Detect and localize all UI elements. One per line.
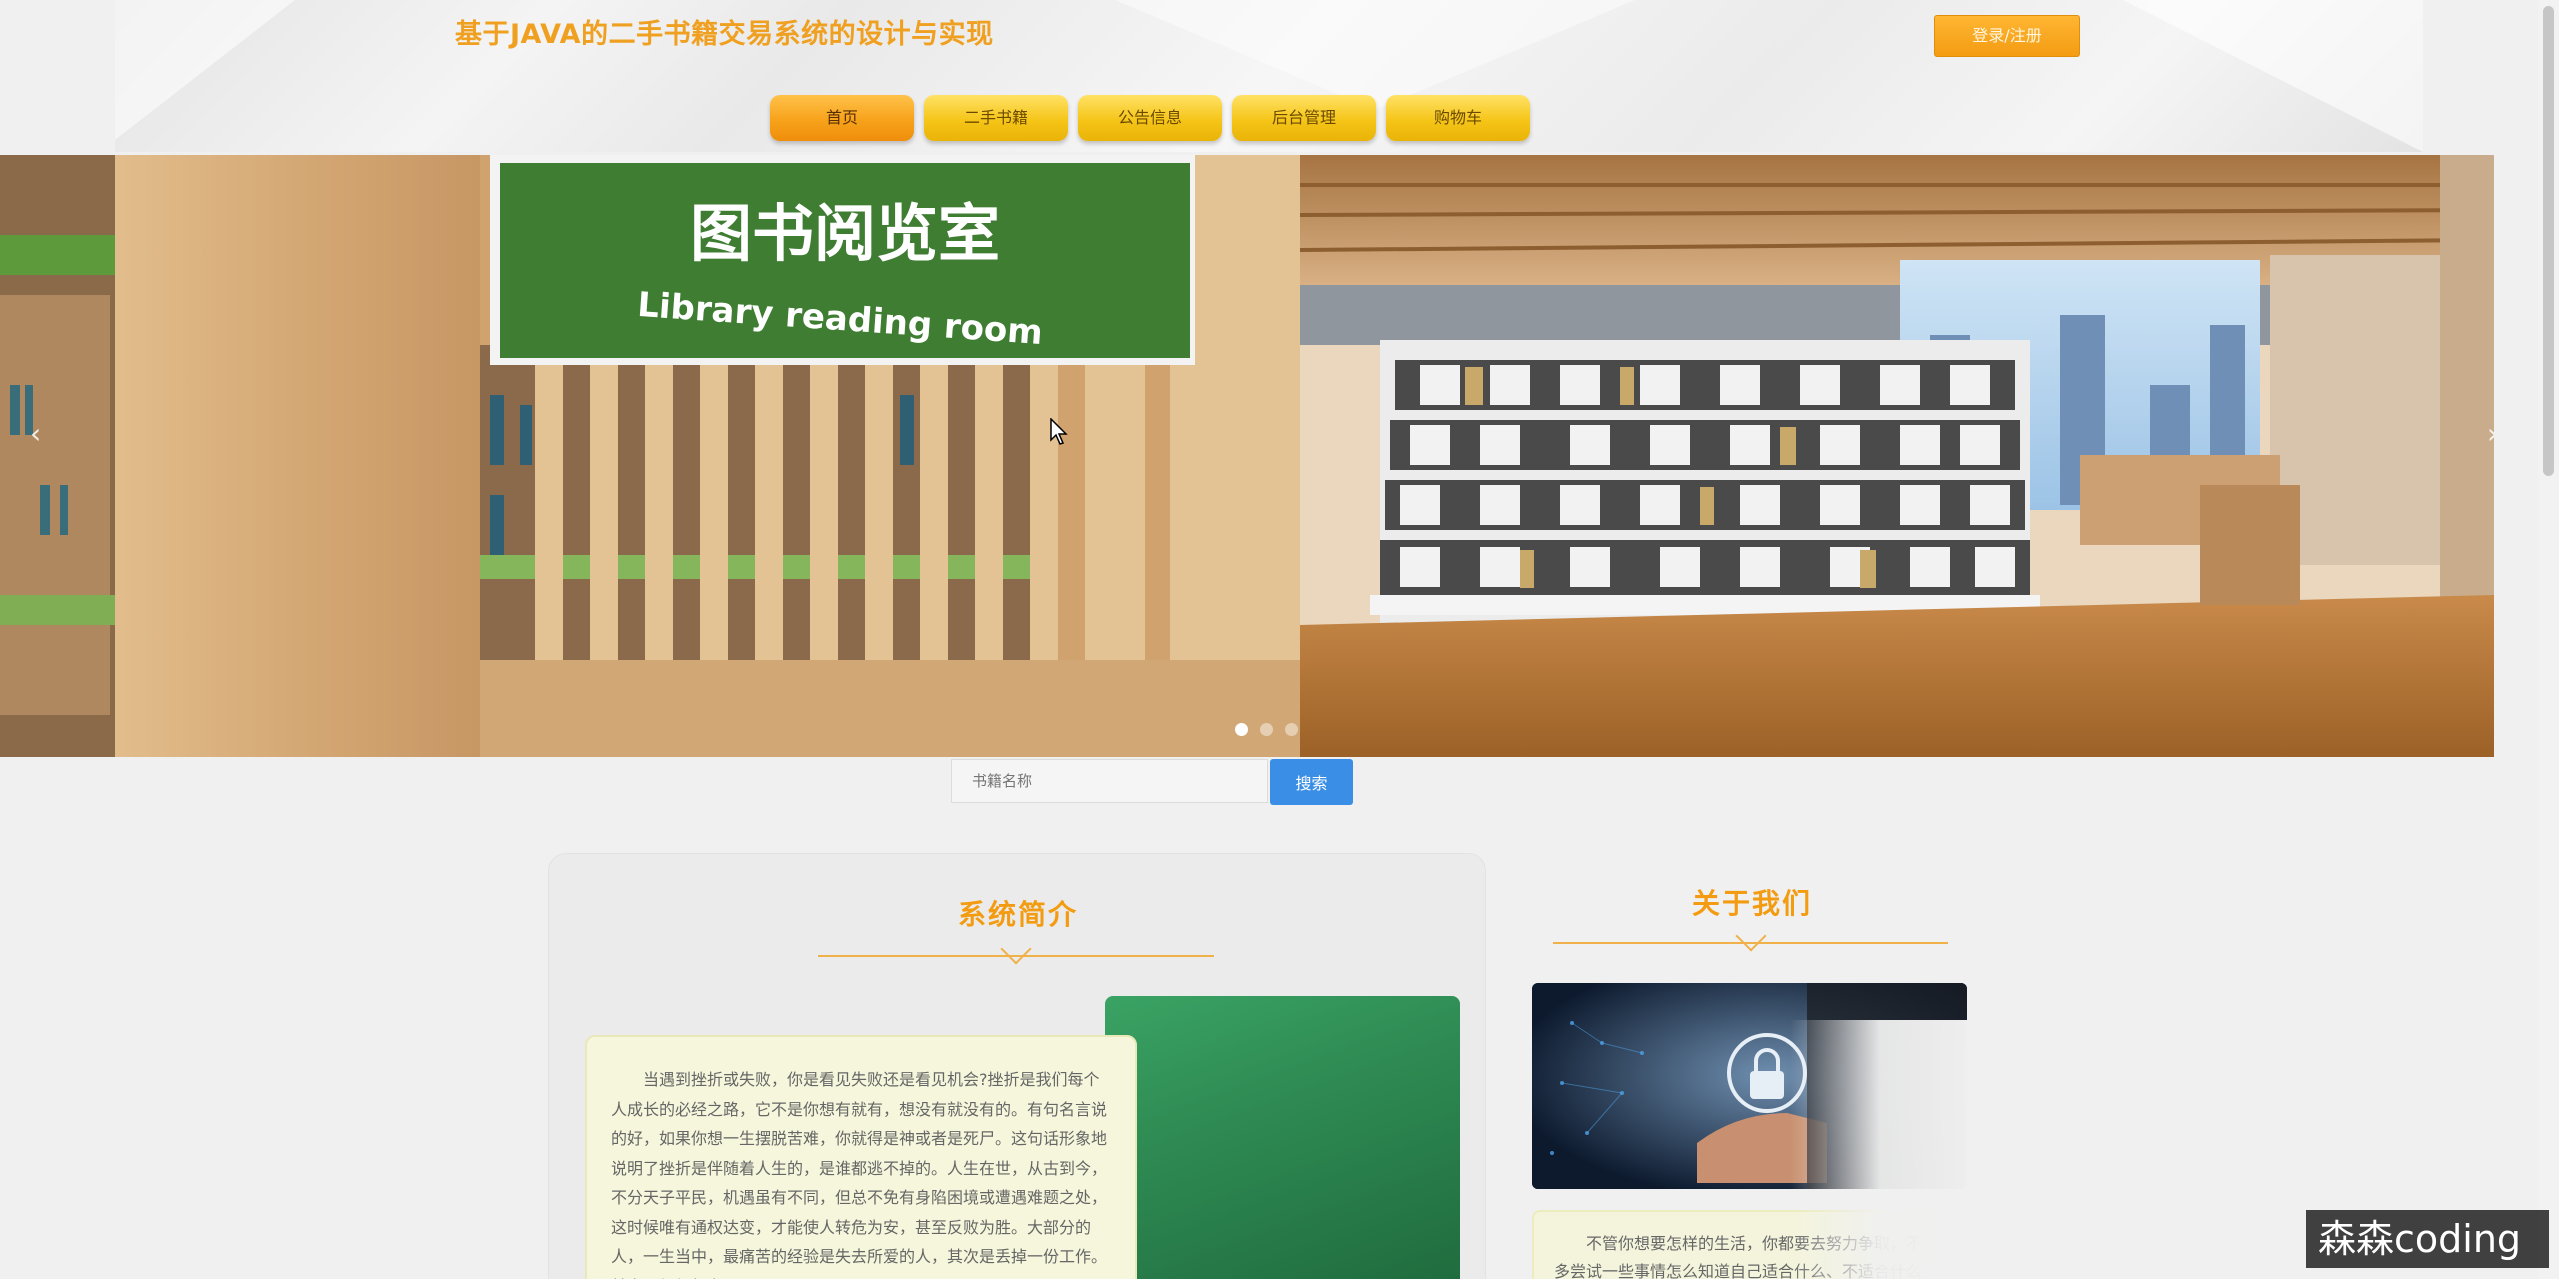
banner-carousel[interactable]: 图书阅览室 Library reading room ‹ (0, 155, 2494, 757)
intro-title: 系统简介 (958, 898, 1079, 931)
site-title: 基于JAVA的二手书籍交易系统的设计与实现 (455, 19, 994, 50)
watermark: 森森coding (2306, 1210, 2549, 1268)
carousel-dots (1235, 723, 1298, 736)
header-decoration (1115, 0, 1635, 110)
nav-item-cart[interactable]: 购物车 (1386, 95, 1530, 141)
intro-text: 当遇到挫折或失败，你是看见失败还是看见机会?挫折是我们每个人成长的必经之路，它不… (585, 1035, 1137, 1279)
nav-item-home[interactable]: 首页 (770, 95, 914, 141)
book-name-search-input[interactable] (951, 759, 1268, 803)
banner-sign-cn: 图书阅览室 (690, 197, 1000, 270)
image-overlay (1790, 1020, 1990, 1279)
carousel-dot-1[interactable] (1235, 723, 1248, 736)
search-button[interactable]: 搜索 (1270, 759, 1353, 805)
banner-image: 图书阅览室 Library reading room (0, 155, 2494, 757)
nav-item-admin[interactable]: 后台管理 (1232, 95, 1376, 141)
carousel-prev-arrow[interactable]: ‹ (30, 417, 41, 450)
nav-item-used-books[interactable]: 二手书籍 (924, 95, 1068, 141)
main-nav: 首页 二手书籍 公告信息 后台管理 购物车 (770, 95, 1530, 141)
login-register-button[interactable]: 登录/注册 (1934, 15, 2080, 57)
header-decoration (115, 0, 295, 140)
intro-image (1105, 996, 1460, 1279)
header-decoration (2123, 0, 2423, 152)
about-title: 关于我们 (1692, 887, 1813, 920)
page-scrollbar[interactable] (2538, 0, 2559, 1279)
mouse-cursor-icon (1050, 418, 1068, 445)
nav-item-announcements[interactable]: 公告信息 (1078, 95, 1222, 141)
carousel-dot-3[interactable] (1285, 723, 1298, 736)
chevron-down-icon (1735, 920, 1767, 952)
scrollbar-thumb[interactable] (2543, 6, 2554, 476)
carousel-next-arrow[interactable]: › (2487, 417, 2494, 450)
carousel-dot-2[interactable] (1260, 723, 1273, 736)
